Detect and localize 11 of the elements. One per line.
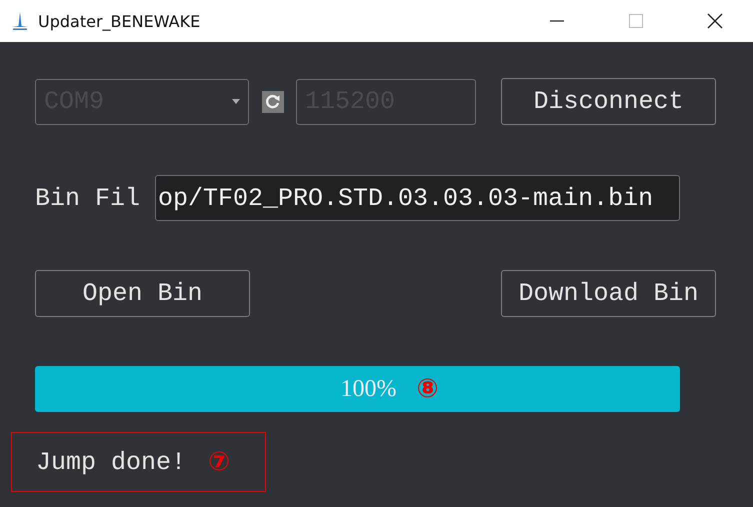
caret-icon [232, 99, 240, 104]
close-icon[interactable] [707, 13, 723, 29]
bin-file-label: Bin Fil [35, 184, 142, 212]
open-bin-button[interactable]: Open Bin [35, 270, 250, 317]
disconnect-button[interactable]: Disconnect [501, 78, 716, 125]
annotation-number: ⑦ [208, 447, 230, 477]
status-text: Jump done! [36, 448, 186, 476]
refresh-icon[interactable] [262, 90, 284, 112]
window-title: Updater_BENEWAKE [38, 12, 200, 30]
bin-file-field[interactable]: op/TF02_PRO.STD.03.03.03-main.bin [155, 175, 680, 221]
download-bin-button[interactable]: Download Bin [501, 270, 716, 317]
